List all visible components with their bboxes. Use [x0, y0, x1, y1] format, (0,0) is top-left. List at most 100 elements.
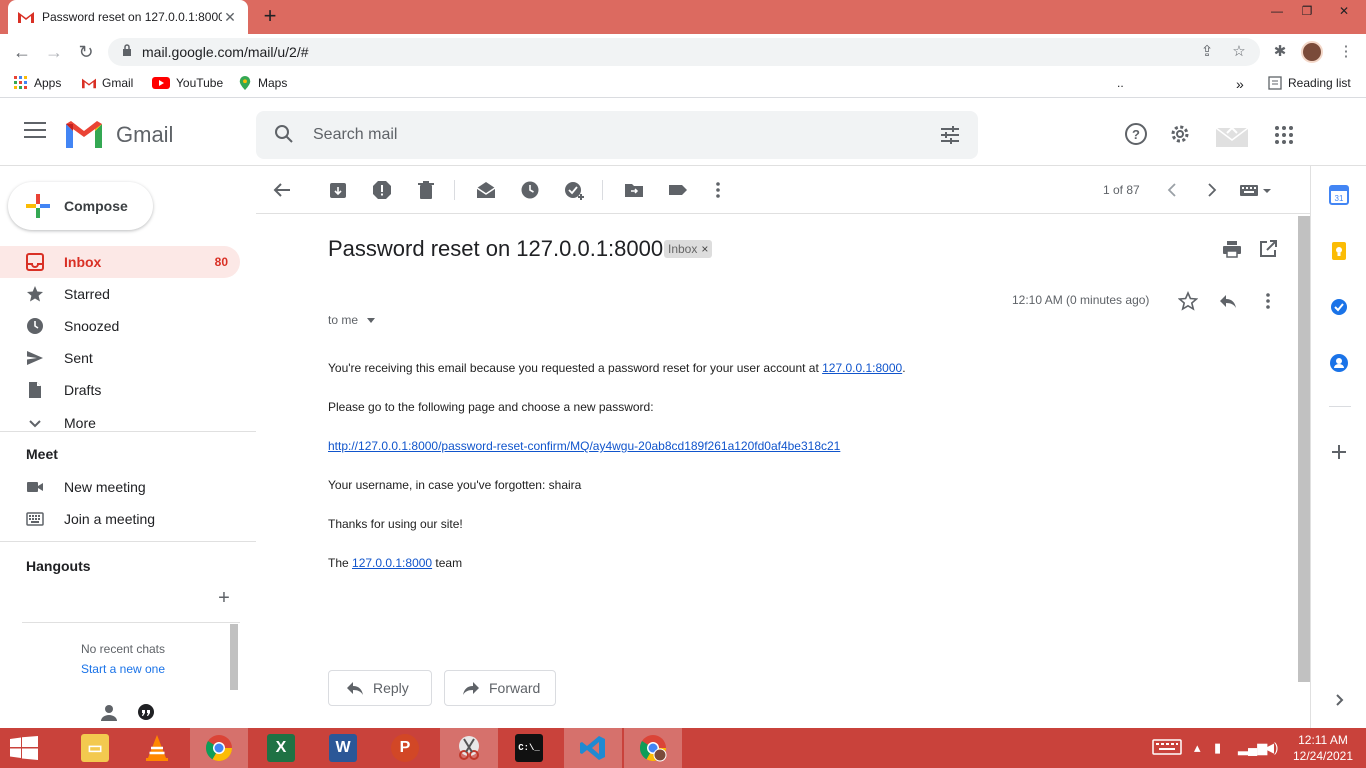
taskbar-vlc[interactable] — [128, 728, 186, 768]
reply-button[interactable]: Reply — [328, 670, 432, 706]
new-tab-button[interactable]: + — [258, 4, 282, 28]
sidebar-item-snoozed[interactable]: Snoozed — [0, 310, 240, 342]
get-addons-plus-icon[interactable] — [1329, 442, 1349, 462]
calendar-icon[interactable]: 31 — [1329, 185, 1349, 205]
join-meeting-link[interactable]: Join a meeting — [0, 505, 155, 533]
sidebar-item-drafts[interactable]: Drafts — [0, 374, 240, 406]
taskbar-powerpoint[interactable]: P — [376, 728, 434, 768]
archive-icon[interactable] — [328, 180, 348, 200]
hangouts-quote-icon[interactable] — [137, 704, 155, 722]
help-icon[interactable]: ? — [1124, 122, 1148, 146]
show-hidden-icons-caret-icon[interactable]: ▴ — [1194, 740, 1201, 756]
browser-menu-icon[interactable]: ⋮ — [1336, 42, 1356, 62]
site-link[interactable]: 127.0.0.1:8000 — [822, 361, 902, 375]
label-tag-icon[interactable] — [668, 180, 688, 200]
new-meeting-link[interactable]: New meeting — [0, 473, 146, 501]
new-chat-plus-icon[interactable]: + — [214, 588, 234, 608]
more-options-icon[interactable] — [708, 180, 728, 200]
bookmark-overflow[interactable]: .. — [1117, 76, 1124, 90]
bookmarks-chevron-icon[interactable]: » — [1236, 76, 1244, 92]
sidebar-item-more[interactable]: More — [0, 407, 240, 439]
minimize-icon[interactable]: — — [1262, 0, 1292, 24]
back-icon[interactable]: ← — [10, 40, 34, 64]
delete-trash-icon[interactable] — [416, 180, 436, 200]
contacts-icon[interactable] — [1329, 353, 1349, 373]
google-apps-icon[interactable] — [1275, 126, 1293, 144]
taskbar-file-explorer[interactable]: ▭ — [66, 728, 124, 768]
print-icon[interactable] — [1222, 239, 1242, 259]
site-link[interactable]: 127.0.0.1:8000 — [352, 556, 432, 570]
reload-icon[interactable]: ↻ — [74, 40, 98, 64]
search-icon[interactable] — [274, 124, 294, 144]
gmail-logo-icon[interactable] — [64, 120, 104, 148]
inbox-icon — [26, 253, 44, 271]
search-options-icon[interactable] — [940, 125, 960, 145]
chat-scrollbar[interactable] — [230, 624, 238, 690]
tab-close-icon[interactable]: ✕ — [222, 9, 238, 26]
main-menu-icon[interactable] — [24, 122, 46, 140]
bookmark-gmail[interactable]: Gmail — [82, 76, 133, 90]
report-spam-icon[interactable] — [372, 180, 392, 200]
snooze-clock-icon[interactable] — [520, 180, 540, 200]
recipient-details[interactable]: to me — [328, 313, 376, 327]
bookmark-apps[interactable]: Apps — [14, 76, 61, 90]
sidebar-item-sent[interactable]: Sent — [0, 342, 240, 374]
url-field[interactable]: mail.google.com/mail/u/2/# ⇪ ☆ — [108, 38, 1260, 66]
gmail-product-name: Gmail — [116, 122, 174, 147]
browser-tab[interactable]: Password reset on 127.0.0.1:8000 ✕ — [8, 0, 248, 34]
message-scrollbar[interactable] — [1298, 216, 1310, 682]
battery-icon[interactable]: ▮ — [1214, 740, 1221, 756]
person-icon[interactable] — [100, 704, 118, 722]
restore-icon[interactable]: ❐ — [1292, 0, 1322, 24]
extensions-icon[interactable]: ✱ — [1270, 42, 1290, 62]
profile-avatar[interactable] — [1301, 41, 1323, 63]
caret-down-icon[interactable] — [367, 318, 376, 324]
back-to-inbox-icon[interactable] — [272, 180, 292, 200]
taskbar-word[interactable]: W — [314, 728, 372, 768]
taskbar-command-prompt[interactable]: C:\_ — [500, 728, 558, 768]
reply-icon[interactable] — [1218, 291, 1238, 311]
taskbar-vscode[interactable] — [564, 728, 622, 768]
bookmark-youtube[interactable]: YouTube — [152, 76, 223, 90]
touch-keyboard-icon[interactable] — [1152, 738, 1182, 759]
move-to-folder-icon[interactable] — [624, 180, 644, 200]
older-chevron-right-icon[interactable] — [1202, 180, 1222, 200]
keep-notes-icon[interactable] — [1329, 241, 1349, 261]
taskbar-clock[interactable]: 12:11 AM 12/24/2021 — [1290, 732, 1356, 764]
message-more-icon[interactable] — [1258, 291, 1278, 311]
inbox-label-chip[interactable]: Inbox × — [664, 240, 713, 258]
password-reset-link[interactable]: http://127.0.0.1:8000/password-reset-con… — [328, 439, 840, 453]
star-message-icon[interactable] — [1178, 291, 1198, 311]
add-to-tasks-icon[interactable] — [564, 180, 584, 200]
taskbar-snipping-tool[interactable] — [440, 728, 498, 768]
taskbar-chrome-active[interactable] — [190, 728, 248, 768]
volume-speaker-icon[interactable]: ◀) — [1264, 740, 1278, 756]
tasks-icon[interactable] — [1329, 297, 1349, 317]
forward-icon[interactable]: → — [42, 40, 66, 64]
windows-start-icon[interactable] — [10, 736, 38, 760]
settings-gear-icon[interactable] — [1168, 122, 1192, 146]
google-account-envelope-icon[interactable] — [1214, 120, 1250, 148]
sidebar-item-starred[interactable]: Starred — [0, 278, 240, 310]
window-close-icon[interactable]: ✕ — [1322, 0, 1366, 24]
newer-chevron-left-icon[interactable] — [1162, 180, 1182, 200]
taskbar-chrome-profile[interactable] — [624, 728, 682, 768]
share-icon[interactable]: ⇪ — [1198, 43, 1216, 61]
video-camera-icon — [27, 482, 43, 492]
network-signal-icon[interactable]: ▂▄▆ — [1238, 740, 1267, 756]
open-in-new-window-icon[interactable] — [1258, 239, 1278, 259]
search-input[interactable]: Search mail — [313, 126, 397, 144]
bookmark-maps[interactable]: Maps — [238, 76, 287, 90]
mark-unread-icon[interactable] — [476, 180, 496, 200]
taskbar-excel[interactable]: X — [252, 728, 310, 768]
remove-label-icon[interactable]: × — [701, 242, 708, 256]
forward-button[interactable]: Forward — [444, 670, 556, 706]
start-new-chat-link[interactable]: Start a new one — [22, 662, 224, 676]
bookmark-star-icon[interactable]: ☆ — [1230, 43, 1248, 61]
input-tools-keyboard-icon[interactable] — [1239, 180, 1273, 200]
compose-button[interactable]: Compose — [8, 182, 153, 230]
sidebar-item-inbox[interactable]: Inbox 80 — [0, 246, 240, 278]
expand-panel-chevron-icon[interactable] — [1329, 690, 1349, 710]
reading-list-button[interactable]: Reading list — [1268, 76, 1351, 90]
search-bar[interactable]: Search mail — [256, 111, 978, 159]
